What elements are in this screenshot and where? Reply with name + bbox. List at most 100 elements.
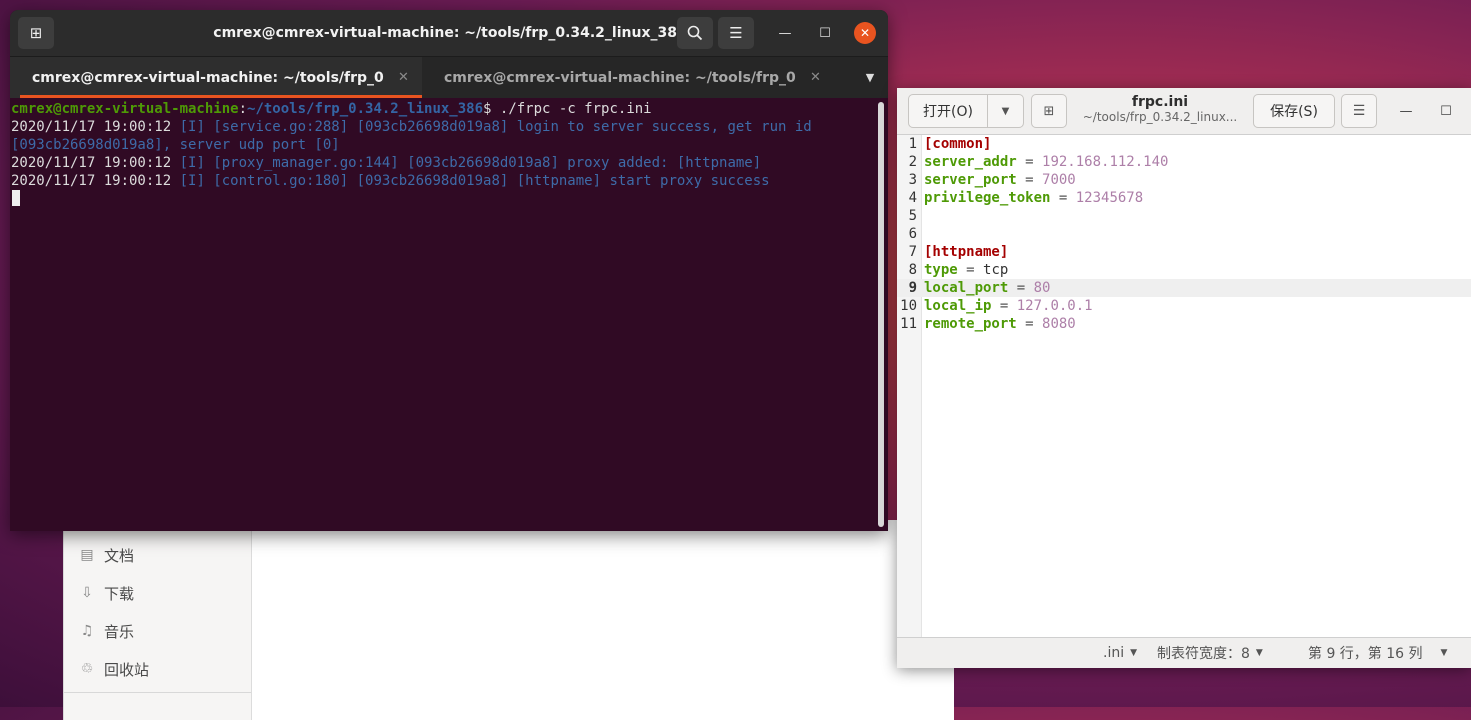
language-selector[interactable]: .ini ▼ <box>1103 638 1137 668</box>
save-button[interactable]: 保存(S) <box>1253 94 1335 128</box>
hamburger-icon: ☰ <box>1352 103 1366 119</box>
editor-line[interactable]: 7 [httpname] <box>897 243 1471 261</box>
music-icon: ♫ <box>80 623 94 639</box>
window-title: cmrex@cmrex-virtual-machine: ~/tools/frp… <box>213 25 687 41</box>
log-timestamp: 2020/11/17 19:00:12 <box>11 155 172 171</box>
sidebar-divider <box>64 692 251 693</box>
text-editor-window: 打开(O) ▼ ⊞ frpc.ini ~/tools/frp_0.34.2_li… <box>897 88 1471 668</box>
ini-key: local_ip <box>924 298 992 314</box>
line-code: server_addr = 192.168.112.140 <box>924 153 1168 171</box>
line-number: 10 <box>900 298 917 314</box>
maximize-icon: ☐ <box>819 25 831 41</box>
editor-line[interactable]: 4 privilege_token = 12345678 <box>897 189 1471 207</box>
editor-minimize-button[interactable]: — <box>1395 100 1417 122</box>
ini-key: server_addr <box>924 154 1017 170</box>
cursor-position-selector[interactable]: 第 9 行，第 16 列 ▼ <box>1308 638 1447 668</box>
tab-close-icon[interactable]: ✕ <box>810 70 821 85</box>
tab-close-icon[interactable]: ✕ <box>398 70 409 85</box>
minimize-icon: — <box>1399 103 1413 119</box>
open-button[interactable]: 打开(O) ▼ <box>908 94 1024 128</box>
ini-key: type <box>924 262 958 278</box>
ini-section: [common] <box>924 136 992 152</box>
terminal-output[interactable]: cmrex@cmrex-virtual-machine:~/tools/frp_… <box>10 97 876 531</box>
file-name: frpc.ini <box>1131 94 1189 110</box>
editor-line[interactable]: 6 <box>897 225 1471 243</box>
trash-icon: ♲ <box>80 661 94 677</box>
ini-equals: = <box>1016 316 1043 332</box>
editor-line[interactable]: 10 local_ip = 127.0.0.1 <box>897 297 1471 315</box>
sidebar-item-label: 回收站 <box>104 660 150 679</box>
tab-list-button[interactable]: ▼ <box>852 57 888 98</box>
ini-value: tcp <box>983 262 1009 278</box>
editor-statusbar: .ini ▼ 制表符宽度：8 ▼ 第 9 行，第 16 列 ▼ <box>897 637 1471 668</box>
line-number: 5 <box>908 208 917 224</box>
ini-key: remote_port <box>924 316 1017 332</box>
sidebar-item-music[interactable]: ♫ 音乐 <box>78 616 134 646</box>
close-icon: ✕ <box>859 26 871 40</box>
terminal-headerbar: ⊞ cmrex@cmrex-virtual-machine: ~/tools/f… <box>10 10 888 56</box>
search-icon <box>687 25 703 41</box>
editor-line[interactable]: 8 type = tcp <box>897 261 1471 279</box>
editor-line[interactable]: 11 remote_port = 8080 <box>897 315 1471 333</box>
ini-equals: = <box>1050 190 1076 206</box>
line-number: 7 <box>908 244 917 260</box>
ini-equals: = <box>1008 280 1034 296</box>
line-number: 6 <box>908 226 917 242</box>
sidebar-item-documents[interactable]: ▤ 文档 <box>78 540 134 570</box>
ini-value: 80 <box>1033 280 1051 296</box>
log-line: [093cb26698d019a8], server udp port [0] <box>11 136 340 154</box>
log-line: 2020/11/17 19:00:12 [I] [service.go:288]… <box>11 118 812 136</box>
ini-equals: = <box>991 298 1017 314</box>
line-number: 11 <box>900 316 917 332</box>
sidebar-item-trash[interactable]: ♲ 回收站 <box>78 654 149 684</box>
menu-button[interactable]: ☰ <box>718 17 754 49</box>
line-number: 1 <box>908 136 917 152</box>
sidebar-item-label: 下载 <box>104 584 135 603</box>
search-button[interactable] <box>677 17 713 49</box>
close-button[interactable]: ✕ <box>854 22 876 44</box>
download-icon: ⇩ <box>81 585 93 601</box>
new-tab-icon: ⊞ <box>29 24 43 42</box>
file-path: ~/tools/frp_0.34.2_linux... <box>1082 110 1238 124</box>
terminal-window: ⊞ cmrex@cmrex-virtual-machine: ~/tools/f… <box>10 10 888 531</box>
maximize-button[interactable]: ☐ <box>814 22 836 44</box>
editor-line[interactable]: 9 local_port = 80 <box>897 279 1471 297</box>
tab-2[interactable]: cmrex@cmrex-virtual-machine: ~/tools/frp… <box>422 57 834 98</box>
editor-menu-button[interactable]: ☰ <box>1341 94 1377 128</box>
editor-line[interactable]: 5 <box>897 207 1471 225</box>
line-code: [httpname] <box>924 243 1008 261</box>
ini-value: 7000 <box>1042 172 1076 188</box>
line-number: 9 <box>908 280 917 296</box>
sidebar-item-label: 文档 <box>104 546 135 565</box>
chevron-down-icon[interactable]: ▼ <box>988 95 1023 127</box>
tab-width-selector[interactable]: 制表符宽度：8 ▼ <box>1157 638 1263 668</box>
line-number: 8 <box>908 262 917 278</box>
log-timestamp: 2020/11/17 19:00:12 <box>11 119 172 135</box>
sidebar-item-downloads[interactable]: ⇩ 下载 <box>78 578 134 608</box>
prompt-colon: : <box>238 101 248 117</box>
open-button-label: 打开(O) <box>909 95 988 127</box>
line-code: local_port = 80 <box>924 279 1050 297</box>
ini-value: 127.0.0.1 <box>1016 298 1093 314</box>
new-tab-button[interactable]: ⊞ <box>18 17 54 49</box>
editor-line[interactable]: 3 server_port = 7000 <box>897 171 1471 189</box>
tab-1[interactable]: cmrex@cmrex-virtual-machine: ~/tools/frp… <box>10 57 422 98</box>
minimize-icon: — <box>778 25 792 41</box>
ini-section: [httpname] <box>924 244 1009 260</box>
tab-width-label: 制表符宽度：8 <box>1157 646 1250 662</box>
editor-line[interactable]: 1 [common] <box>897 135 1471 153</box>
new-document-button[interactable]: ⊞ <box>1031 94 1067 128</box>
prompt-line: cmrex@cmrex-virtual-machine:~/tools/frp_… <box>11 100 652 118</box>
editor-maximize-button[interactable]: ☐ <box>1435 100 1457 122</box>
ini-equals: = <box>1016 172 1043 188</box>
sidebar-item-label: 音乐 <box>104 622 135 641</box>
minimize-button[interactable]: — <box>774 22 796 44</box>
chevron-down-icon: ▼ <box>1440 648 1448 658</box>
chevron-down-icon: ▼ <box>865 71 875 84</box>
line-code: local_ip = 127.0.0.1 <box>924 297 1093 315</box>
new-tab-icon: ⊞ <box>1043 103 1055 119</box>
editor-line[interactable]: 2 server_addr = 192.168.112.140 <box>897 153 1471 171</box>
editor-text-area[interactable]: 1 [common] 2 server_addr = 192.168.112.140 3… <box>897 135 1471 637</box>
terminal-scrollbar[interactable] <box>878 102 884 527</box>
editor-headerbar: 打开(O) ▼ ⊞ frpc.ini ~/tools/frp_0.34.2_li… <box>897 88 1471 135</box>
